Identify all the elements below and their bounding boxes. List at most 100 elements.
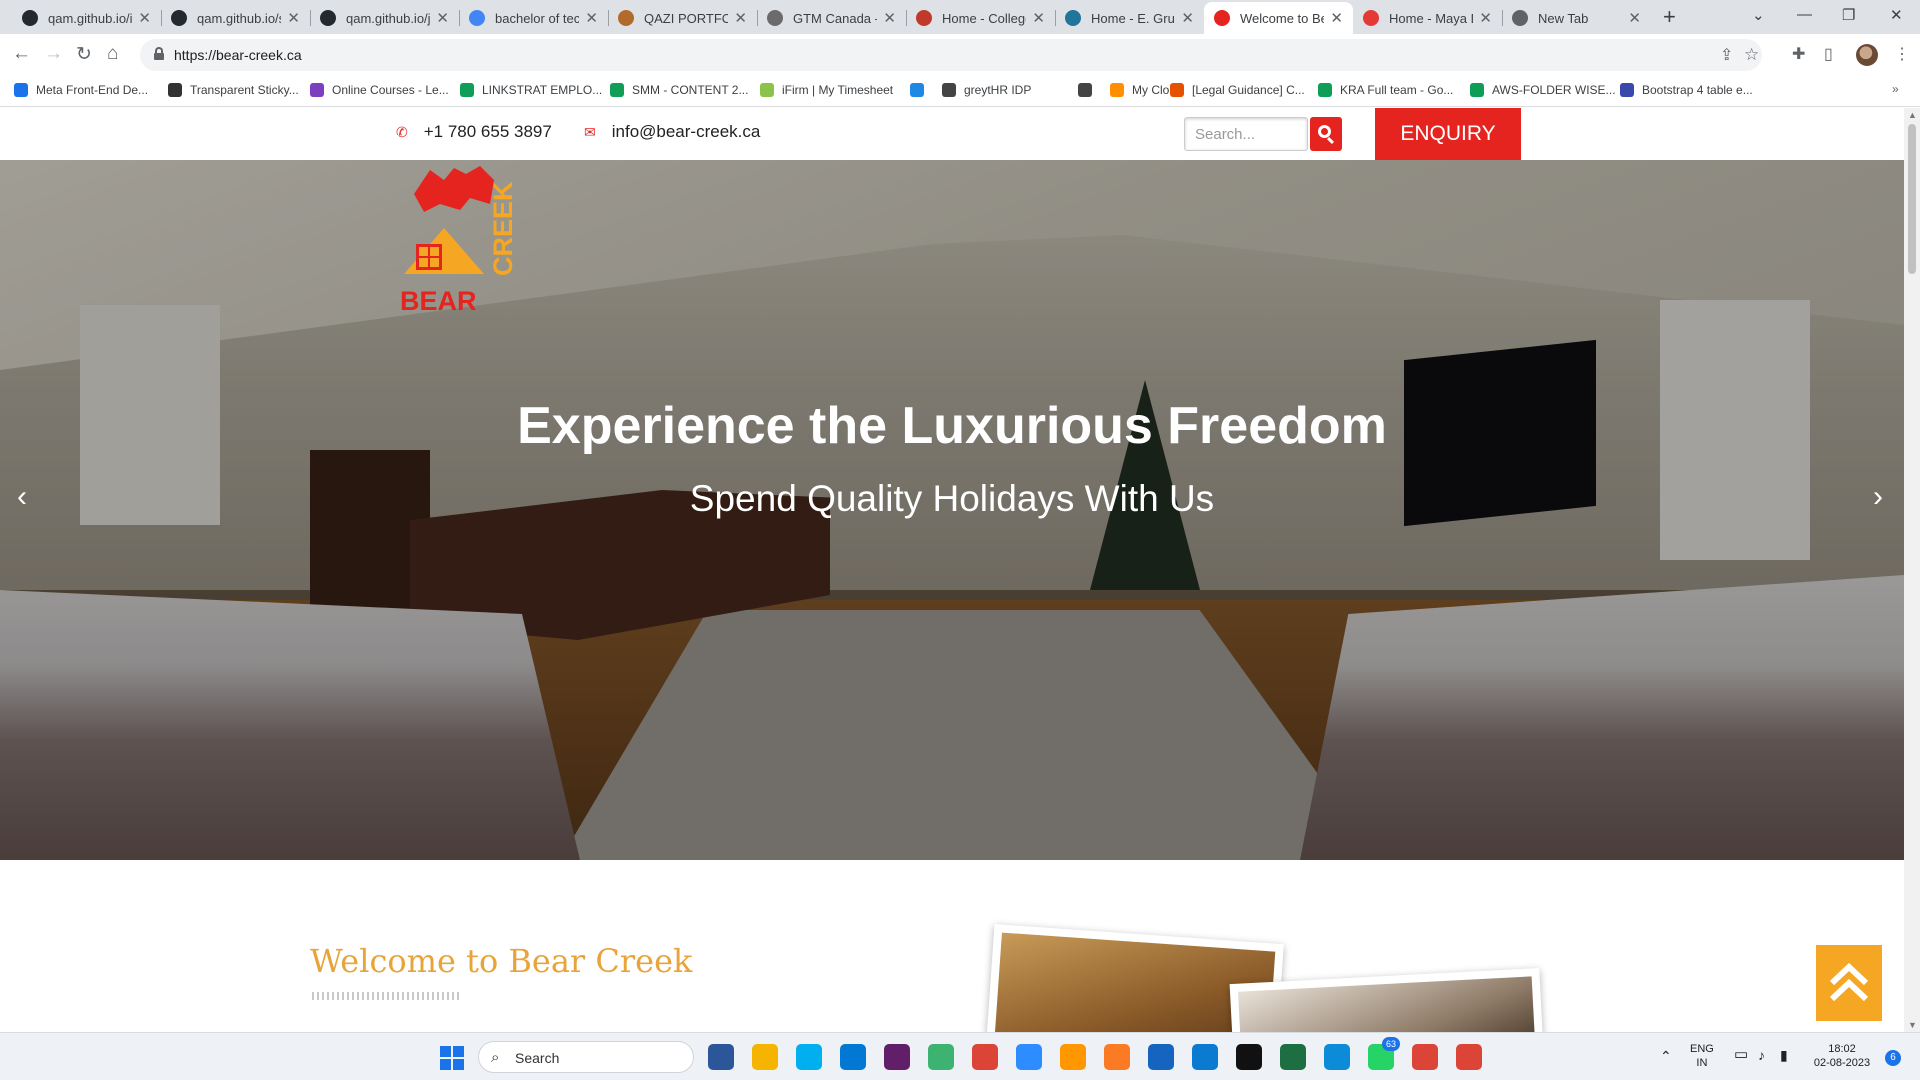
address-bar[interactable]: https://bear-creek.ca ⇪ ☆ bbox=[140, 39, 1762, 71]
reload-button[interactable]: ↻ bbox=[76, 43, 92, 66]
bookmark-item[interactable] bbox=[910, 83, 932, 97]
forward-button[interactable]: → bbox=[44, 43, 63, 65]
scroll-up-arrow[interactable]: ▲ bbox=[1908, 110, 1917, 120]
scrollbar-thumb[interactable] bbox=[1908, 124, 1916, 274]
taskbar-search[interactable]: ⌕ Search bbox=[478, 1041, 694, 1073]
sublime-icon[interactable] bbox=[1060, 1044, 1086, 1070]
side-panel-icon[interactable]: ▯ bbox=[1824, 44, 1833, 64]
browser-tab[interactable]: Home - College ✕ bbox=[906, 2, 1055, 34]
email-address[interactable]: info@bear-creek.ca bbox=[612, 122, 761, 142]
extensions-icon[interactable]: ✚ bbox=[1792, 44, 1805, 64]
close-tab-icon[interactable]: ✕ bbox=[1181, 9, 1194, 27]
site-search-button[interactable] bbox=[1310, 117, 1342, 151]
bookmark-item[interactable]: Transparent Sticky... bbox=[168, 83, 299, 97]
share-icon[interactable]: ⇪ bbox=[1720, 45, 1733, 65]
chrome-profile-icon[interactable] bbox=[1412, 1044, 1438, 1070]
scroll-to-top-button[interactable] bbox=[1816, 945, 1882, 1021]
bookmark-item[interactable]: iFirm | My Timesheet bbox=[760, 83, 893, 97]
chrome-profile-2-icon[interactable] bbox=[1456, 1044, 1482, 1070]
close-tab-icon[interactable]: ✕ bbox=[585, 9, 598, 27]
close-tab-icon[interactable]: ✕ bbox=[1628, 9, 1641, 27]
slack-icon[interactable] bbox=[884, 1044, 910, 1070]
menu-icon[interactable]: ⋮ bbox=[1894, 44, 1910, 64]
bookmark-item[interactable]: KRA Full team - Go... bbox=[1318, 83, 1453, 97]
close-tab-icon[interactable]: ✕ bbox=[287, 9, 300, 27]
url-text[interactable]: https://bear-creek.ca bbox=[174, 47, 302, 63]
bookmark-item[interactable]: Meta Front-End De... bbox=[14, 83, 148, 97]
zoom-icon[interactable] bbox=[1016, 1044, 1042, 1070]
minimize-button[interactable]: — bbox=[1797, 6, 1812, 23]
browser-tab[interactable]: qam.github.io/s ✕ bbox=[161, 2, 310, 34]
tab-search-icon[interactable]: ⌄ bbox=[1752, 6, 1765, 24]
browser-tab[interactable]: GTM Canada - I ✕ bbox=[757, 2, 906, 34]
show-hidden-icons-button[interactable]: ⌃ bbox=[1660, 1049, 1672, 1063]
bookmark-item[interactable]: greytHR IDP bbox=[942, 83, 1031, 97]
excel-icon[interactable] bbox=[1280, 1044, 1306, 1070]
browser-tab[interactable]: bachelor of tec ✕ bbox=[459, 2, 608, 34]
browser-tab[interactable]: qam.github.io/j ✕ bbox=[310, 2, 459, 34]
tab-label: New Tab bbox=[1538, 10, 1589, 26]
browser-tab[interactable]: Welcome to Be ✕ bbox=[1204, 2, 1353, 34]
bookmark-item[interactable]: Bootstrap 4 table e... bbox=[1620, 83, 1753, 97]
home-button[interactable]: ⌂ bbox=[107, 43, 118, 65]
close-tab-icon[interactable]: ✕ bbox=[436, 9, 449, 27]
notepad-icon[interactable] bbox=[1148, 1044, 1174, 1070]
more-bookmarks-icon[interactable]: » bbox=[1892, 82, 1899, 96]
browser-tab[interactable]: Home - E. Grub ✕ bbox=[1055, 2, 1204, 34]
spotify-icon[interactable] bbox=[928, 1044, 954, 1070]
close-tab-icon[interactable]: ✕ bbox=[138, 9, 151, 27]
bookmark-item[interactable] bbox=[1078, 83, 1100, 97]
terminal-icon[interactable] bbox=[1236, 1044, 1262, 1070]
close-tab-icon[interactable]: ✕ bbox=[734, 9, 747, 27]
lock-icon[interactable] bbox=[154, 47, 164, 60]
close-window-button[interactable]: ✕ bbox=[1890, 6, 1903, 24]
edge-icon[interactable] bbox=[1324, 1044, 1350, 1070]
file-explorer-icon[interactable] bbox=[752, 1044, 778, 1070]
chrome-icon[interactable] bbox=[972, 1044, 998, 1070]
word-icon[interactable] bbox=[708, 1044, 734, 1070]
close-tab-icon[interactable]: ✕ bbox=[1330, 9, 1343, 27]
skype-icon[interactable] bbox=[796, 1044, 822, 1070]
close-tab-icon[interactable]: ✕ bbox=[1032, 9, 1045, 27]
bookmark-item[interactable]: [Legal Guidance] C... bbox=[1170, 83, 1305, 97]
back-button[interactable]: ← bbox=[12, 43, 31, 65]
start-button[interactable] bbox=[440, 1046, 464, 1070]
tab-label: qam.github.io/s bbox=[197, 10, 282, 26]
browser-tab[interactable]: Home - Maya D ✕ bbox=[1353, 2, 1502, 34]
bookmark-item[interactable]: Online Courses - Le... bbox=[310, 83, 449, 97]
network-icon[interactable]: ▭ bbox=[1734, 1047, 1748, 1062]
enquiry-button[interactable]: ENQUIRY bbox=[1375, 108, 1521, 160]
slider-next-arrow[interactable]: › bbox=[1864, 480, 1892, 520]
outlook-icon[interactable] bbox=[840, 1044, 866, 1070]
xampp-icon[interactable] bbox=[1104, 1044, 1130, 1070]
new-tab-button[interactable]: + bbox=[1663, 4, 1676, 30]
bookmark-item[interactable]: AWS-FOLDER WISE... bbox=[1470, 83, 1616, 97]
close-tab-icon[interactable]: ✕ bbox=[1479, 9, 1492, 27]
browser-tab[interactable]: qam.github.io/i ✕ bbox=[12, 2, 161, 34]
notification-badge[interactable]: 6 bbox=[1885, 1050, 1901, 1066]
language-indicator[interactable]: ENG IN bbox=[1690, 1042, 1714, 1070]
page-scrollbar[interactable]: ▲ ▼ bbox=[1904, 108, 1920, 1032]
profile-avatar[interactable] bbox=[1856, 44, 1878, 66]
clock[interactable]: 18:02 02-08-2023 bbox=[1808, 1042, 1876, 1070]
phone-contact[interactable]: ✆ +1 780 655 3897 bbox=[396, 122, 552, 142]
close-tab-icon[interactable]: ✕ bbox=[883, 9, 896, 27]
phone-number[interactable]: +1 780 655 3897 bbox=[424, 122, 552, 142]
volume-icon[interactable]: ♪ bbox=[1758, 1048, 1765, 1062]
scroll-down-arrow[interactable]: ▼ bbox=[1908, 1020, 1917, 1030]
site-search-input[interactable]: Search... bbox=[1184, 117, 1308, 151]
bookmark-item[interactable]: SMM - CONTENT 2... bbox=[610, 83, 748, 97]
slider-prev-arrow[interactable]: ‹ bbox=[8, 480, 36, 520]
bear-creek-logo[interactable]: BEAR CREEK bbox=[400, 164, 516, 312]
bookmark-item[interactable]: LINKSTRAT EMPLO... bbox=[460, 83, 602, 97]
clock-time: 18:02 bbox=[1828, 1043, 1856, 1055]
email-contact[interactable]: ✉ info@bear-creek.ca bbox=[584, 122, 760, 142]
restore-button[interactable]: ❐ bbox=[1842, 6, 1855, 24]
vscode-icon[interactable] bbox=[1192, 1044, 1218, 1070]
browser-tab[interactable]: QAZI PORTFOLI ✕ bbox=[608, 2, 757, 34]
search-icon: ⌕ bbox=[491, 1049, 500, 1066]
browser-tab[interactable]: New Tab ✕ bbox=[1502, 2, 1651, 34]
bookmark-star-icon[interactable]: ☆ bbox=[1744, 45, 1759, 65]
chrome-icon bbox=[1512, 10, 1528, 26]
battery-icon[interactable]: ▮ bbox=[1780, 1048, 1788, 1062]
